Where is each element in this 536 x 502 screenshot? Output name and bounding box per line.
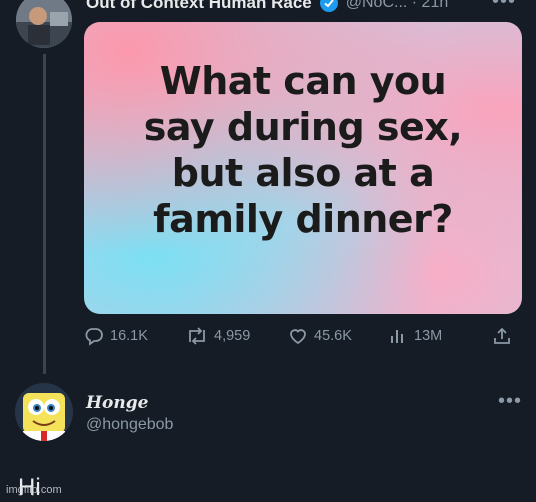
views-button[interactable]: 13M [388, 326, 442, 346]
retweet-icon [189, 327, 205, 345]
retweet-count: 4,959 [214, 328, 251, 344]
reply-button[interactable]: 16.1K [84, 326, 148, 346]
like-icon [290, 329, 306, 345]
image-text-line: What can you [159, 59, 447, 103]
tweet-action-bar: 16.1K 4,959 45.6K 13M [84, 326, 522, 352]
author-handle-time[interactable]: @NoC... · 21h [346, 0, 449, 12]
reply-count: 16.1K [110, 328, 148, 344]
reply-display-name[interactable]: Honge [86, 393, 148, 413]
thread-connector-line [43, 54, 46, 374]
tweet-image[interactable]: What can you say during sex, but also at… [84, 22, 522, 314]
reply-icon [85, 328, 103, 346]
author-display-name[interactable]: Out of Context Human Race [86, 0, 312, 13]
like-count: 45.6K [314, 328, 352, 344]
image-text-line: say during sex, [143, 105, 463, 149]
like-button[interactable]: 45.6K [288, 326, 352, 346]
reply-more-icon[interactable]: ••• [498, 390, 522, 413]
views-count: 13M [414, 328, 443, 344]
more-icon[interactable]: ••• [492, 0, 516, 13]
reply-author-avatar[interactable] [15, 383, 73, 441]
image-text-line: but also at a [171, 151, 435, 195]
retweet-button[interactable]: 4,959 [186, 326, 250, 346]
verified-badge-icon [319, 0, 338, 12]
author-avatar-image [16, 0, 72, 48]
spongebob-avatar-image [15, 383, 73, 441]
share-icon [494, 327, 510, 344]
tweet-image-text: What can you say during sex, but also at… [84, 58, 522, 242]
reply-handle[interactable]: @hongebob [86, 416, 173, 434]
views-icon [391, 330, 403, 343]
image-text-line: family dinner? [153, 197, 453, 241]
share-button[interactable] [492, 326, 512, 346]
author-avatar[interactable] [16, 0, 72, 48]
tweet-header: Out of Context Human Race @NoC... · 21h [86, 0, 448, 15]
imgflip-watermark: imgflip.com [6, 484, 62, 496]
